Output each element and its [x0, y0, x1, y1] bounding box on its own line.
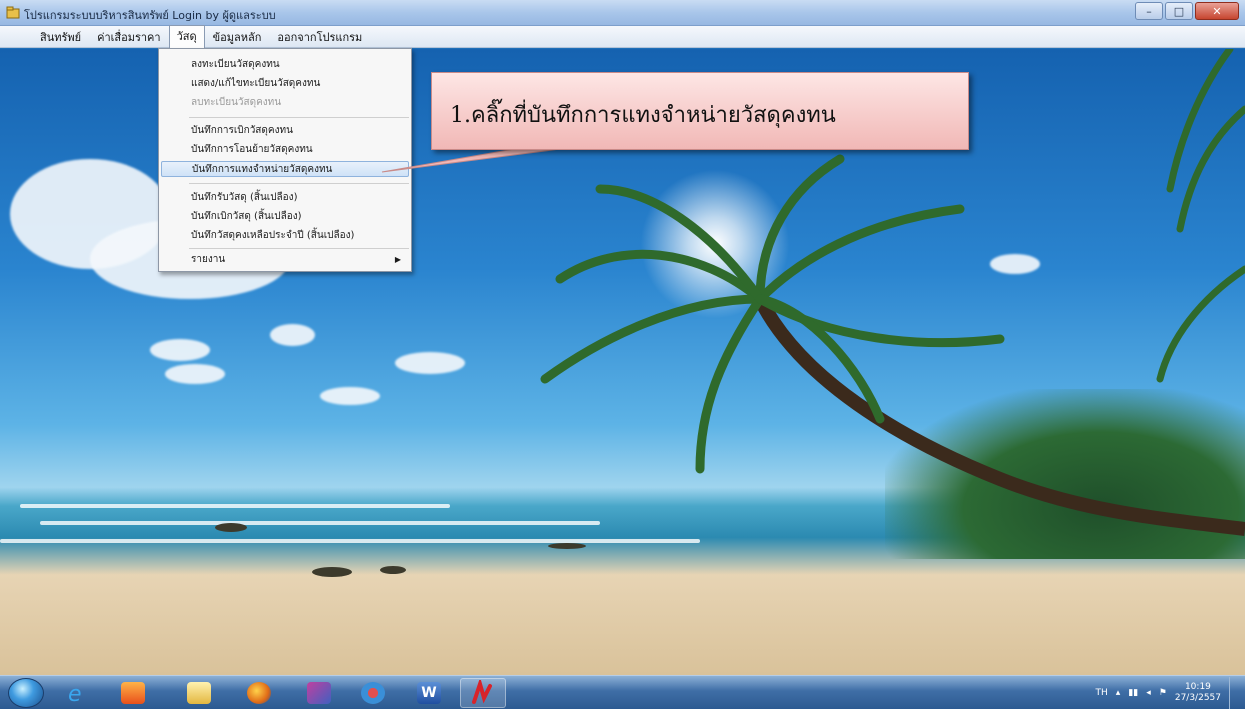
menu-exit[interactable]: ออกจากโปรแกรม — [269, 26, 370, 48]
close-button[interactable]: ✕ — [1195, 2, 1239, 20]
app-icon — [6, 6, 20, 19]
menu-item-yearend-consumable[interactable]: บันทึกวัสดุคงเหลือประจำปี (สิ้นเปลือง) — [161, 228, 409, 244]
instruction-callout: 1.คลิ๊กที่บันทึกการแทงจำหน่ายวัสดุคงทน — [431, 72, 969, 150]
firefox-icon — [247, 682, 271, 704]
menu-item-register-durable[interactable]: ลงทะเบียนวัสดุคงทน — [161, 57, 409, 73]
window-title: โปรแกรมระบบบริหารสินทรัพย์ Login by ผู้ด… — [24, 9, 276, 22]
show-desktop-button[interactable] — [1229, 677, 1241, 709]
submenu-arrow-icon: ▶ — [394, 255, 401, 264]
menu-separator — [189, 117, 409, 118]
window-titlebar: โปรแกรมระบบบริหารสินทรัพย์ Login by ผู้ด… — [0, 0, 1245, 26]
menu-materials[interactable]: วัสดุ — [168, 25, 205, 48]
clock-time: 10:19 — [1184, 682, 1211, 692]
media-player-icon — [121, 682, 145, 704]
taskbar-app-ie[interactable]: e — [54, 678, 100, 708]
taskbar-app-word[interactable]: W — [406, 678, 452, 708]
taskbar: e W TH ▴ ▮▮ ◂ ⚑ 10:19 27/3/2557 — [0, 675, 1245, 709]
speaker-icon[interactable]: ◂ — [1146, 688, 1151, 698]
menu-separator — [189, 183, 409, 184]
menu-item-receive-consumable[interactable]: บันทึกรับวัสดุ (สิ้นเปลือง) — [161, 190, 409, 206]
svg-text:e: e — [68, 682, 82, 706]
minimize-button[interactable]: – — [1135, 2, 1163, 20]
start-button[interactable] — [8, 678, 44, 708]
materials-dropdown-menu: ลงทะเบียนวัสดุคงทน แสดง/แก้ไขทะเบียนวัสด… — [158, 48, 412, 272]
language-indicator[interactable]: TH — [1096, 688, 1108, 698]
menu-item-transfer-durable[interactable]: บันทึกการโอนย้ายวัสดุคงทน — [161, 142, 409, 158]
network-icon[interactable]: ▮▮ — [1128, 688, 1138, 698]
taskbar-app-acrobat[interactable] — [460, 678, 506, 708]
system-tray: TH ▴ ▮▮ ◂ ⚑ 10:19 27/3/2557 — [1096, 676, 1241, 709]
menu-item-withdraw-consumable[interactable]: บันทึกเบิกวัสดุ (สิ้นเปลือง) — [161, 209, 409, 225]
maximize-icon: □ — [1173, 4, 1185, 18]
taskbar-app-firefox[interactable] — [236, 678, 282, 708]
callout-text: 1.คลิ๊กที่บันทึกการแทงจำหน่ายวัสดุคงทน — [450, 103, 836, 128]
menu-master-data[interactable]: ข้อมูลหลัก — [205, 26, 270, 48]
menu-item-reports-label: รายงาน — [191, 254, 226, 265]
taskbar-app-media[interactable] — [110, 678, 156, 708]
taskbar-app-sync[interactable] — [350, 678, 396, 708]
menu-depreciation[interactable]: ค่าเสื่อมราคา — [89, 26, 169, 48]
sync-icon — [361, 682, 385, 704]
menu-item-delete-durable: ลบทะเบียนวัสดุคงทน — [191, 97, 282, 108]
close-icon: ✕ — [1212, 4, 1222, 18]
clock-date: 27/3/2557 — [1174, 693, 1221, 703]
menu-item-withdraw-durable[interactable]: บันทึกการเบิกวัสดุคงทน — [161, 123, 409, 139]
menu-assets[interactable]: สินทรัพย์ — [32, 26, 89, 48]
menu-item-dispose-durable[interactable]: บันทึกการแทงจำหน่ายวัสดุคงทน — [161, 161, 409, 177]
messenger-icon — [307, 682, 331, 704]
file-explorer-icon — [187, 682, 211, 704]
taskbar-app-explorer[interactable] — [176, 678, 222, 708]
maximize-button[interactable]: □ — [1165, 2, 1193, 20]
minimize-icon: – — [1146, 4, 1152, 18]
menubar: สินทรัพย์ ค่าเสื่อมราคา วัสดุ ข้อมูลหลัก… — [0, 25, 1245, 48]
internet-explorer-icon: e — [68, 682, 82, 706]
tray-expand-icon[interactable]: ▴ — [1116, 688, 1121, 698]
taskbar-app-messenger[interactable] — [296, 678, 342, 708]
word-icon: W — [417, 682, 441, 704]
window-controls: – □ ✕ — [1135, 2, 1239, 20]
menu-separator — [189, 248, 409, 249]
menu-item-edit-durable[interactable]: แสดง/แก้ไขทะเบียนวัสดุคงทน — [161, 76, 409, 92]
taskbar-clock[interactable]: 10:19 27/3/2557 — [1175, 682, 1221, 704]
menu-item-reports[interactable]: รายงาน ▶ — [161, 252, 409, 268]
flag-icon[interactable]: ⚑ — [1159, 688, 1167, 698]
acrobat-icon — [472, 680, 492, 704]
